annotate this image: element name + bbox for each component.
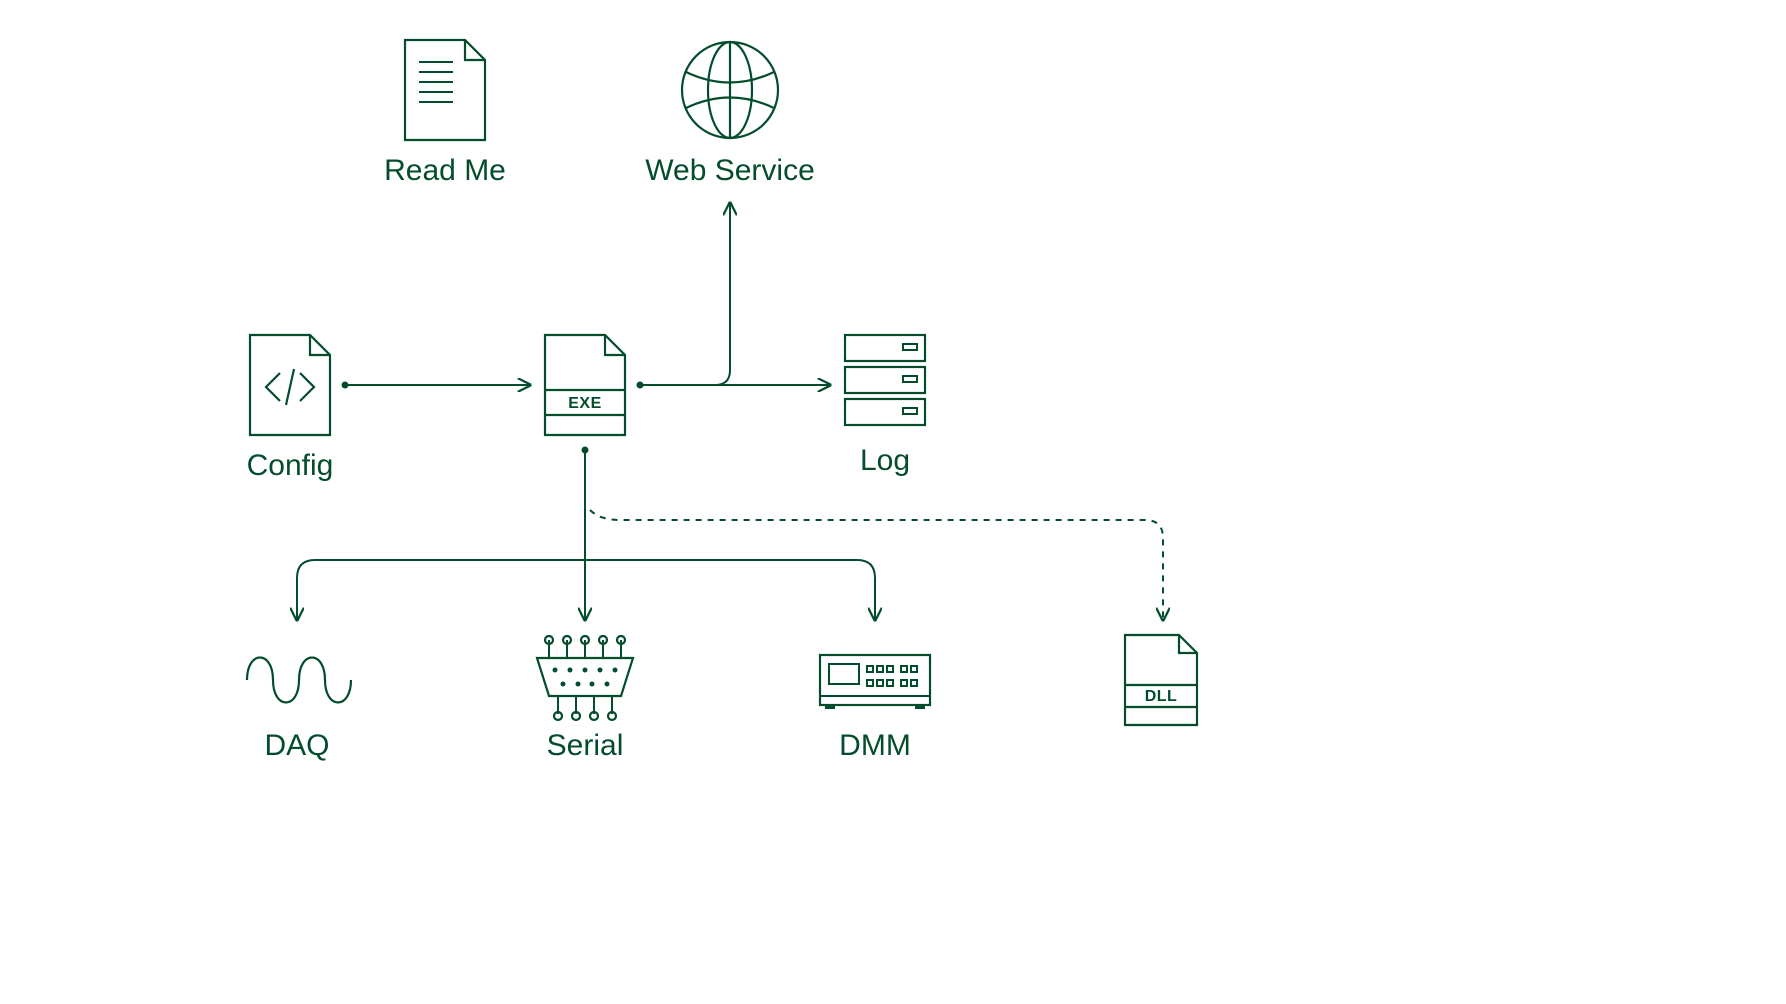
- log-node: Log: [845, 335, 925, 477]
- exe-node: EXE: [545, 335, 625, 435]
- globe-icon: [682, 42, 778, 138]
- dll-badge: DLL: [1145, 688, 1178, 705]
- dmm-instrument-icon: [820, 655, 930, 709]
- dmm-node: DMM: [820, 655, 930, 762]
- waveform-icon: [247, 658, 351, 703]
- serial-node: Serial: [537, 636, 633, 762]
- code-file-icon: [250, 335, 330, 435]
- edge-exe-to-web: [715, 203, 730, 385]
- webservice-label: Web Service: [645, 154, 815, 187]
- config-node: Config: [247, 335, 334, 482]
- exe-file-icon: EXE: [545, 335, 625, 435]
- log-label: Log: [860, 444, 910, 477]
- config-label: Config: [247, 449, 334, 482]
- edge-exe-to-devices: [297, 447, 875, 621]
- edge-exe-to-dll: [590, 510, 1163, 620]
- readme-label: Read Me: [384, 154, 506, 187]
- dmm-label: DMM: [839, 729, 911, 762]
- server-stack-icon: [845, 335, 925, 425]
- readme-node: Read Me: [384, 40, 506, 187]
- dll-node: DLL: [1125, 635, 1197, 725]
- daq-node: DAQ: [247, 658, 351, 763]
- daq-label: DAQ: [264, 729, 329, 762]
- dll-file-icon: DLL: [1125, 635, 1197, 725]
- serial-label: Serial: [547, 729, 624, 762]
- serial-connector-icon: [537, 636, 633, 720]
- edge-config-to-exe: [342, 382, 531, 389]
- document-icon: [405, 40, 485, 140]
- exe-badge: EXE: [568, 395, 602, 412]
- edge-exe-to-log: [637, 382, 831, 389]
- webservice-node: Web Service: [645, 42, 815, 187]
